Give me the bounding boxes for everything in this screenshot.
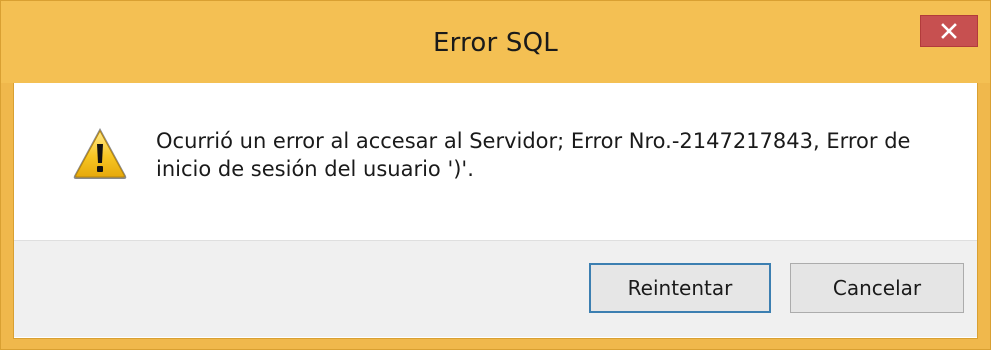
dialog-window: Error SQL Ocurrió un error al accesar al…: [0, 0, 991, 350]
cancel-button[interactable]: Cancelar: [790, 263, 964, 313]
dialog-content: Ocurrió un error al accesar al Servidor;…: [13, 83, 978, 339]
message-area: Ocurrió un error al accesar al Servidor;…: [14, 83, 977, 240]
warning-icon: [73, 128, 127, 179]
close-button[interactable]: [920, 15, 978, 47]
close-icon: [941, 23, 957, 39]
title-bar[interactable]: Error SQL: [1, 1, 990, 83]
dialog-title: Error SQL: [433, 28, 558, 58]
retry-button[interactable]: Reintentar: [589, 263, 771, 313]
error-message: Ocurrió un error al accesar al Servidor;…: [156, 129, 911, 181]
button-area: Reintentar Cancelar: [14, 240, 977, 337]
